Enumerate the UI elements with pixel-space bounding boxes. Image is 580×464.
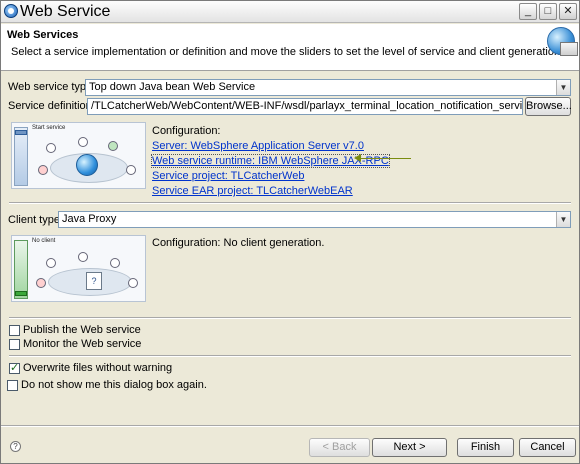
start-icon: [108, 141, 118, 151]
dont-show-checkbox[interactable]: Do not show me this dialog box again.: [7, 379, 247, 393]
service-slider-track[interactable]: [14, 127, 28, 186]
client-slider-panel[interactable]: No client ?: [11, 235, 146, 302]
title-bar[interactable]: Web Service _ □ ✕: [1, 1, 579, 23]
document-icon: [128, 278, 138, 288]
service-definition-label: Service definition:: [8, 100, 95, 112]
web-service-dialog: Web Service _ □ ✕ Web Services Select a …: [0, 0, 580, 464]
dont-show-checkbox-box[interactable]: [7, 380, 18, 391]
service-definition-field[interactable]: /TLCatcherWeb/WebContent/WEB-INF/wsdl/pa…: [87, 98, 523, 115]
publish-checkbox-box[interactable]: [9, 325, 20, 336]
service-ear-project-link[interactable]: Service EAR project: TLCatcherWebEAR: [152, 185, 353, 197]
client-slider-thumb[interactable]: [15, 291, 27, 296]
browse-button[interactable]: Browse...: [525, 97, 572, 116]
monitor-checkbox[interactable]: Monitor the Web service: [9, 338, 209, 352]
service-config-label: Configuration:: [152, 125, 221, 137]
finish-button[interactable]: Finish: [457, 438, 514, 457]
gear-icon: [46, 143, 56, 153]
maximize-button[interactable]: □: [539, 3, 557, 20]
app-globe-icon: [4, 4, 18, 18]
overwrite-checkbox-box[interactable]: [9, 361, 20, 374]
client-config-text: Configuration: No client generation.: [152, 237, 325, 249]
back-button[interactable]: < Back: [309, 438, 370, 457]
question-document-icon: ?: [86, 272, 102, 290]
next-button[interactable]: Next >: [372, 438, 447, 457]
package-icon: [78, 252, 88, 262]
annotation-arrow-icon: [354, 154, 361, 162]
client-type-combo[interactable]: Java Proxy ▼: [58, 211, 571, 228]
minimize-button[interactable]: _: [519, 3, 537, 20]
package-icon: [78, 137, 88, 147]
start-icon: [110, 258, 120, 268]
cancel-button[interactable]: Cancel: [519, 438, 576, 457]
header-banner: Web Services Select a service implementa…: [1, 24, 579, 71]
monitor-checkbox-label: Monitor the Web service: [23, 338, 142, 350]
globe-icon: [76, 154, 98, 176]
web-service-type-label: Web service type:: [8, 81, 96, 93]
client-slider-track[interactable]: [14, 240, 28, 299]
web-service-type-value: Top down Java bean Web Service: [89, 81, 256, 93]
page-title: Web Services: [7, 29, 79, 41]
server-link[interactable]: Server: WebSphere Application Server v7.…: [152, 140, 364, 152]
lock-icon: [36, 278, 46, 288]
publish-checkbox-label: Publish the Web service: [23, 324, 141, 336]
globe-icon: [547, 27, 578, 56]
publish-checkbox[interactable]: Publish the Web service: [9, 324, 209, 338]
separator: [9, 355, 571, 357]
help-icon[interactable]: ?: [10, 441, 21, 452]
client-slider-caption: No client: [32, 238, 56, 244]
web-service-type-combo[interactable]: Top down Java bean Web Service ▼: [85, 79, 571, 96]
client-type-value: Java Proxy: [62, 213, 117, 225]
separator: [9, 202, 571, 204]
service-slider-thumb[interactable]: [15, 130, 27, 135]
close-button[interactable]: ✕: [559, 3, 577, 20]
separator: [9, 317, 571, 319]
monitor-checkbox-box[interactable]: [9, 339, 20, 350]
service-scene-illustration: [34, 135, 142, 185]
annotation-arrow-line: [361, 158, 411, 159]
service-slider-panel[interactable]: Start service: [11, 122, 146, 189]
overwrite-checkbox[interactable]: Overwrite files without warning: [9, 361, 229, 376]
document-icon: [126, 165, 136, 175]
gear-icon: [46, 258, 56, 268]
page-description: Select a service implementation or defin…: [11, 46, 564, 58]
overwrite-checkbox-label: Overwrite files without warning: [23, 362, 173, 374]
dont-show-checkbox-label: Do not show me this dialog box again.: [21, 379, 207, 391]
chevron-down-icon[interactable]: ▼: [556, 80, 570, 95]
lock-icon: [38, 165, 48, 175]
chevron-down-icon[interactable]: ▼: [556, 212, 570, 227]
service-slider-caption: Start service: [32, 125, 66, 131]
separator: [1, 425, 579, 427]
window-title: Web Service: [20, 3, 111, 20]
service-project-link[interactable]: Service project: TLCatcherWeb: [152, 170, 304, 182]
client-scene-illustration: ?: [34, 248, 142, 298]
client-type-label: Client type:: [8, 214, 64, 226]
